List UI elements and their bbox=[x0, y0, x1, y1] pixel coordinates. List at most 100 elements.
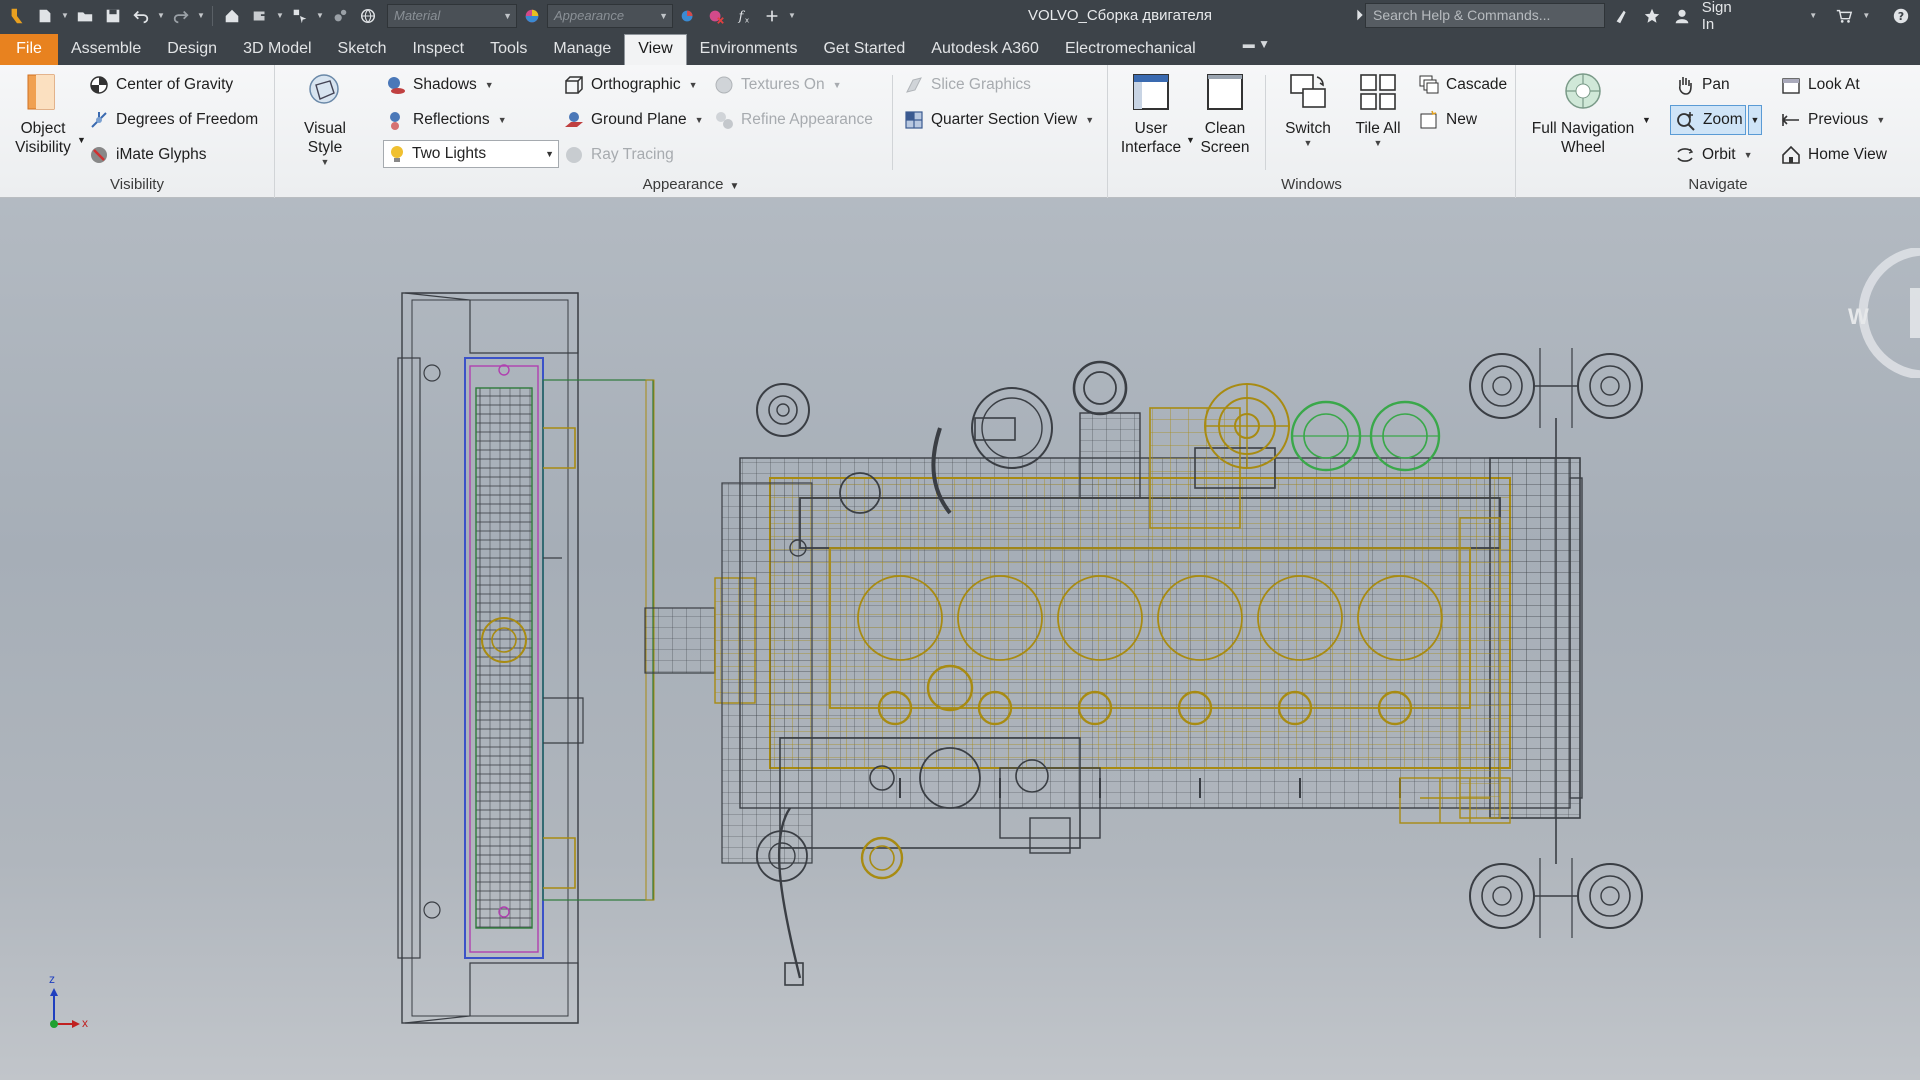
orbit-button[interactable]: Orbit ▼ bbox=[1674, 140, 1753, 170]
lighting-style-select[interactable]: Two Lights ▼ bbox=[383, 140, 559, 168]
orthographic-button[interactable]: Orthographic ▼ bbox=[563, 70, 698, 100]
cascade-button[interactable]: Cascade bbox=[1418, 70, 1507, 100]
tab-view[interactable]: View bbox=[624, 34, 687, 65]
engine-assembly-wireframe[interactable] bbox=[0, 198, 1920, 1080]
cart-icon[interactable] bbox=[1832, 3, 1856, 29]
slice-graphics-button[interactable]: Slice Graphics bbox=[903, 70, 1031, 100]
new-file-icon[interactable] bbox=[32, 3, 58, 29]
radiator-assembly[interactable] bbox=[397, 292, 655, 1024]
customize-toolbar-dropdown[interactable]: ▼ bbox=[787, 3, 797, 29]
ribbon-display-options[interactable]: ▬ ▼ bbox=[1243, 37, 1270, 51]
tab-get-started[interactable]: Get Started bbox=[810, 35, 918, 65]
title-bar: ▼ ▼ ▼ ▼ ▼ Material ▼ Appearance ▼ f x ▼ … bbox=[0, 0, 1920, 33]
refine-appearance-button[interactable]: Refine Appearance bbox=[713, 105, 873, 135]
star-icon[interactable] bbox=[1640, 3, 1664, 29]
binoculars-icon[interactable] bbox=[1610, 3, 1634, 29]
view-cube-face[interactable] bbox=[1910, 288, 1920, 338]
user-icon[interactable] bbox=[1670, 3, 1694, 29]
redo-icon[interactable] bbox=[168, 3, 194, 29]
help-icon[interactable]: ? bbox=[1889, 3, 1913, 29]
clear-appearance-icon[interactable] bbox=[703, 3, 729, 29]
new-window-button[interactable]: New bbox=[1418, 105, 1477, 135]
adjust-appearance-icon[interactable] bbox=[675, 3, 701, 29]
appearance-select[interactable]: Appearance ▼ bbox=[547, 3, 673, 28]
group-appearance: Visual Style ▼ Shadows ▼ Reflections ▼ T… bbox=[275, 65, 1108, 198]
clean-screen-label-2: Screen bbox=[1200, 139, 1250, 156]
ray-tracing-label: Ray Tracing bbox=[591, 146, 674, 163]
visual-style-button[interactable]: Visual Style ▼ bbox=[285, 69, 365, 167]
tab-assemble[interactable]: Assemble bbox=[58, 35, 154, 65]
engine-block[interactable] bbox=[739, 457, 1571, 986]
chevron-down-icon: ▼ bbox=[503, 10, 512, 21]
view-cube[interactable]: W bbox=[1848, 246, 1920, 380]
center-of-gravity-label: Center of Gravity bbox=[116, 76, 234, 93]
navigation-wheel-dropdown[interactable]: ▼ bbox=[1642, 115, 1651, 125]
object-visibility-dropdown[interactable]: ▼ bbox=[77, 135, 86, 145]
pan-label: Pan bbox=[1702, 76, 1730, 93]
return-dropdown[interactable]: ▼ bbox=[275, 3, 285, 29]
new-window-icon bbox=[1418, 109, 1440, 131]
globe-icon[interactable] bbox=[355, 3, 381, 29]
undo-dropdown[interactable]: ▼ bbox=[156, 3, 166, 29]
zoom-dropdown[interactable]: ▼ bbox=[1748, 105, 1762, 135]
degrees-of-freedom-button[interactable]: Degrees of Freedom bbox=[88, 105, 258, 135]
look-at-button[interactable]: Look At bbox=[1780, 70, 1860, 100]
cart-dropdown[interactable]: ▼ bbox=[1862, 3, 1871, 29]
switch-button[interactable]: Switch ▼ bbox=[1274, 69, 1342, 148]
ray-tracing-button[interactable]: Ray Tracing bbox=[563, 140, 674, 170]
tab-environments[interactable]: Environments bbox=[687, 35, 811, 65]
tab-sketch[interactable]: Sketch bbox=[325, 35, 400, 65]
return-icon[interactable] bbox=[247, 3, 273, 29]
tab-design[interactable]: Design bbox=[154, 35, 230, 65]
select-icon[interactable] bbox=[287, 3, 313, 29]
shadows-label: Shadows bbox=[413, 76, 477, 93]
compass-west-label[interactable]: W bbox=[1848, 304, 1869, 330]
quarter-section-view-button[interactable]: Quarter Section View ▼ bbox=[903, 105, 1094, 135]
tab-file[interactable]: File bbox=[0, 34, 58, 65]
color-override-icon[interactable] bbox=[327, 3, 353, 29]
tab-autodesk-a360[interactable]: Autodesk A360 bbox=[918, 35, 1052, 65]
tile-all-button[interactable]: Tile All ▼ bbox=[1346, 69, 1410, 148]
material-select-value: Material bbox=[394, 8, 441, 23]
tab-3d-model[interactable]: 3D Model bbox=[230, 35, 324, 65]
shadows-button[interactable]: Shadows ▼ bbox=[385, 70, 494, 100]
previous-view-button[interactable]: Previous ▼ bbox=[1780, 105, 1885, 135]
open-folder-icon[interactable] bbox=[72, 3, 98, 29]
chevron-down-icon: ▼ bbox=[832, 80, 842, 90]
home-view-button[interactable]: Home View bbox=[1780, 140, 1887, 170]
select-dropdown[interactable]: ▼ bbox=[315, 3, 325, 29]
sign-in-link[interactable]: Sign In bbox=[1702, 0, 1745, 33]
app-logo-icon[interactable] bbox=[4, 3, 30, 29]
appearance-sphere-icon[interactable] bbox=[519, 3, 545, 29]
material-select[interactable]: Material ▼ bbox=[387, 3, 517, 28]
imate-glyphs-button[interactable]: iMate Glyphs bbox=[88, 140, 206, 170]
tab-manage[interactable]: Manage bbox=[540, 35, 624, 65]
object-visibility-button[interactable]: Object Visibility bbox=[8, 69, 78, 157]
full-navigation-wheel-button[interactable]: Full Navigation Wheel bbox=[1524, 69, 1642, 157]
save-icon[interactable] bbox=[100, 3, 126, 29]
user-interface-button[interactable]: User Interface bbox=[1116, 69, 1186, 157]
redo-dropdown[interactable]: ▼ bbox=[196, 3, 206, 29]
new-file-dropdown[interactable]: ▼ bbox=[60, 3, 70, 29]
function-icon[interactable]: fx bbox=[731, 3, 757, 29]
ground-plane-button[interactable]: Ground Plane ▼ bbox=[563, 105, 704, 135]
group-appearance-title[interactable]: Appearance ▼ bbox=[275, 174, 1107, 196]
fuel-pump-cluster[interactable] bbox=[1204, 383, 1290, 469]
tab-tools[interactable]: Tools bbox=[477, 35, 540, 65]
reflections-button[interactable]: Reflections ▼ bbox=[385, 105, 507, 135]
graphics-viewport[interactable]: W z x bbox=[0, 198, 1920, 1080]
plus-icon[interactable] bbox=[759, 3, 785, 29]
sign-in-dropdown[interactable]: ▼ bbox=[1809, 3, 1818, 29]
undo-icon[interactable] bbox=[128, 3, 154, 29]
textures-on-button[interactable]: Textures On ▼ bbox=[713, 70, 841, 100]
tab-inspect[interactable]: Inspect bbox=[399, 35, 477, 65]
center-of-gravity-button[interactable]: Center of Gravity bbox=[88, 70, 233, 100]
tab-electromechanical[interactable]: Electromechanical bbox=[1052, 35, 1209, 65]
home-icon[interactable] bbox=[219, 3, 245, 29]
zoom-button[interactable]: Zoom bbox=[1670, 105, 1746, 135]
chevron-down-icon: ▼ bbox=[484, 80, 494, 90]
chevron-down-icon: ▼ bbox=[545, 149, 554, 159]
pan-button[interactable]: Pan bbox=[1674, 70, 1730, 100]
clean-screen-button[interactable]: Clean Screen bbox=[1192, 69, 1258, 157]
search-help-input[interactable]: Search Help & Commands... bbox=[1365, 3, 1605, 28]
